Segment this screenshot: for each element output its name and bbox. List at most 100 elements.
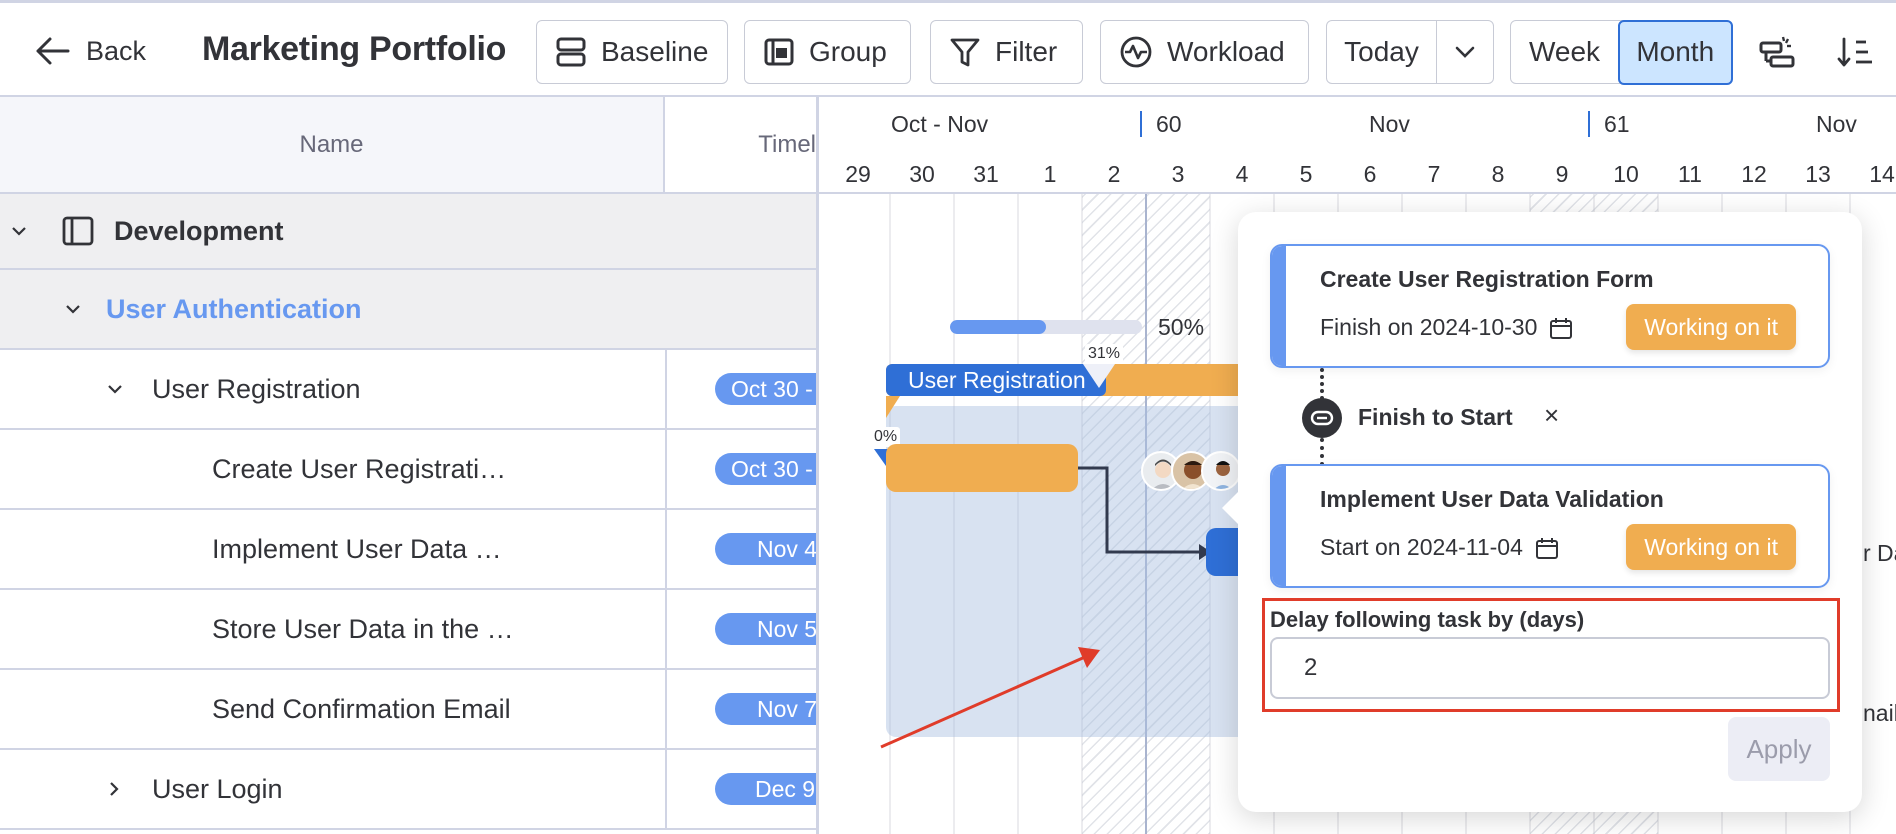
- successor-card[interactable]: Implement User Data Validation Start on …: [1270, 464, 1830, 588]
- group-label: Group: [809, 36, 887, 67]
- timeline-cell: Dec 9: [665, 750, 818, 828]
- page-title: Marketing Portfolio: [202, 30, 507, 68]
- day-label: 30: [909, 161, 935, 187]
- auto-schedule-button[interactable]: [1756, 31, 1800, 75]
- baseline-button[interactable]: Baseline: [536, 20, 728, 84]
- workload-button[interactable]: Workload: [1100, 20, 1309, 84]
- table-row[interactable]: Send Confirmation Email Nov 7: [0, 670, 818, 750]
- day-label: 1: [1043, 161, 1057, 187]
- table-row[interactable]: Create User Registrati… Oct 30 -: [0, 430, 818, 510]
- collapse-toggle[interactable]: [10, 194, 28, 268]
- month-label: Nov: [1369, 111, 1410, 137]
- calendar-icon: [1535, 537, 1558, 559]
- timeline-pill[interactable]: Dec 9: [715, 773, 818, 805]
- filter-label: Filter: [995, 36, 1058, 67]
- baseline-label: Baseline: [601, 36, 709, 67]
- card-stripe: [1272, 246, 1286, 366]
- collapse-toggle[interactable]: [64, 270, 82, 348]
- card-stripe: [1272, 466, 1286, 586]
- row-label: Store User Data in the …: [212, 613, 514, 644]
- month-label: Oct - Nov: [891, 111, 989, 137]
- today-button[interactable]: Today: [1327, 21, 1437, 83]
- view-month-tab[interactable]: Month: [1618, 19, 1733, 85]
- day-label: 14: [1869, 161, 1895, 187]
- successor-date-text: Start on 2024-11-04: [1320, 534, 1523, 560]
- task-bar-label-partial: nail: [1863, 700, 1896, 726]
- predecessor-date[interactable]: Finish on 2024-10-30: [1320, 314, 1573, 341]
- day-label: 12: [1741, 161, 1767, 187]
- view-week-tab[interactable]: Week: [1511, 21, 1618, 83]
- day-label: 7: [1427, 161, 1441, 187]
- delay-label: Delay following task by (days): [1270, 607, 1585, 632]
- day-label: 2: [1107, 161, 1121, 187]
- column-header-name[interactable]: Name: [0, 97, 665, 194]
- day-label: 9: [1555, 161, 1569, 187]
- timeline-pill[interactable]: Nov 4: [715, 533, 818, 565]
- chevron-down-icon: [1455, 46, 1475, 58]
- view-switcher: Week Month: [1510, 19, 1733, 85]
- table-row-parent[interactable]: User Registration Oct 30 -: [0, 350, 818, 430]
- successor-status-badge[interactable]: Working on it: [1626, 524, 1796, 570]
- table-row-parent[interactable]: User Login Dec 9: [0, 750, 818, 830]
- table-row-subgroup[interactable]: User Authentication: [0, 270, 818, 350]
- timeline-cell: Nov 7: [665, 670, 818, 748]
- sort-button[interactable]: [1834, 31, 1878, 75]
- row-label: User Authentication: [106, 293, 362, 324]
- successor-date[interactable]: Start on 2024-11-04: [1320, 534, 1559, 561]
- timeline-pill[interactable]: Oct 30 -: [715, 453, 818, 485]
- week-number: 60: [1140, 111, 1182, 137]
- today-dropdown-button[interactable]: [1437, 21, 1493, 83]
- gantt-timeline-header: Oct - Nov 60 Nov 61 Nov 29 30 31 1 2 3 4 5 6 7 8 9 1…: [819, 97, 1896, 194]
- annotation-arrow: [880, 647, 1100, 749]
- day-label: 13: [1805, 161, 1831, 187]
- chevron-down-icon: [12, 227, 26, 236]
- predecessor-title: Create User Registration Form: [1320, 266, 1654, 292]
- table-row[interactable]: Implement User Data … Nov 4: [0, 510, 818, 590]
- day-label: 3: [1171, 161, 1185, 187]
- chevron-right-icon: [110, 782, 119, 796]
- predecessor-card[interactable]: Create User Registration Form Finish on …: [1270, 244, 1830, 368]
- day-label: 29: [845, 161, 871, 187]
- timeline-cell: Nov 5: [665, 590, 818, 668]
- row-label: Create User Registrati…: [212, 453, 507, 484]
- baseline-icon: [556, 37, 586, 67]
- day-label: 11: [1678, 161, 1702, 187]
- board-icon: [62, 194, 94, 268]
- timeline-cell: Oct 30 -: [665, 430, 818, 508]
- apply-button[interactable]: Apply: [1728, 717, 1830, 781]
- successor-title: Implement User Data Validation: [1320, 486, 1664, 512]
- table-row-group[interactable]: Development: [0, 194, 818, 270]
- chevron-down-icon: [66, 305, 80, 314]
- row-label: User Login: [152, 773, 283, 804]
- timeline-cell: Nov 4: [665, 510, 818, 588]
- expand-toggle[interactable]: [108, 750, 120, 828]
- filter-button[interactable]: Filter: [930, 20, 1083, 84]
- day-label: 4: [1235, 161, 1249, 187]
- remove-dependency-button[interactable]: ×: [1544, 400, 1559, 431]
- top-toolbar: Back Marketing Portfolio Baseline Group …: [0, 0, 1896, 97]
- dependency-popup: Create User Registration Form Finish on …: [1222, 212, 1862, 812]
- table-row[interactable]: Store User Data in the … Nov 5: [0, 590, 818, 670]
- timeline-cell: Oct 30 -: [665, 350, 818, 428]
- timeline-pill[interactable]: Oct 30 -: [715, 373, 818, 405]
- day-label: 8: [1491, 161, 1505, 187]
- chevron-down-icon: [108, 385, 122, 394]
- column-header-timeline[interactable]: Timel: [665, 97, 818, 194]
- sort-icon: [1837, 37, 1872, 67]
- timeline-pill[interactable]: Nov 5: [715, 613, 818, 645]
- timeline-pill[interactable]: Nov 7: [715, 693, 818, 725]
- day-label: 6: [1363, 161, 1377, 187]
- predecessor-date-text: Finish on 2024-10-30: [1320, 314, 1538, 340]
- day-label: 10: [1613, 161, 1639, 187]
- workload-label: Workload: [1167, 36, 1285, 67]
- group-button[interactable]: Group: [744, 20, 911, 84]
- predecessor-status-badge[interactable]: Working on it: [1626, 304, 1796, 350]
- back-button[interactable]: Back: [34, 31, 146, 71]
- week-number: 61: [1588, 111, 1630, 137]
- back-arrow-icon: [36, 37, 70, 65]
- popup-pointer: [1222, 492, 1238, 524]
- delay-days-input[interactable]: [1270, 637, 1830, 699]
- collapse-toggle[interactable]: [106, 350, 124, 428]
- dependency-type: Finish to Start: [1358, 404, 1513, 430]
- day-label: 31: [973, 161, 999, 187]
